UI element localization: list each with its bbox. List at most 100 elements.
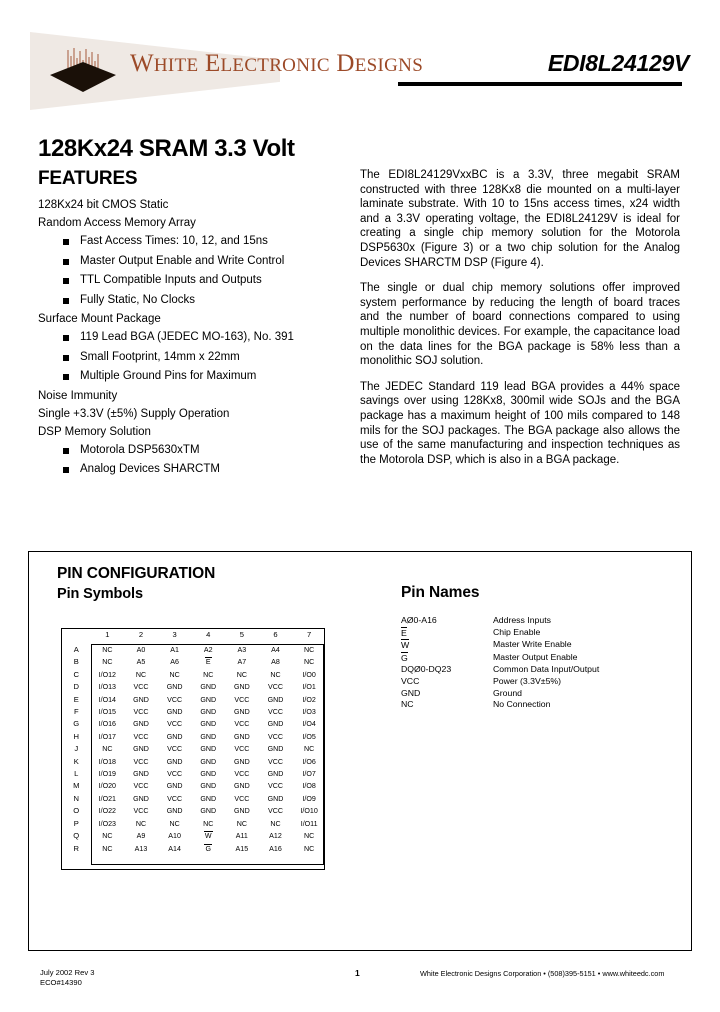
footer-date-rev: July 2002 Rev 3: [40, 968, 95, 977]
pin-grid-cell: GND: [233, 782, 250, 791]
features-surface-mount-line: Surface Mount Package: [38, 313, 161, 325]
pin-grid-cell: GND: [200, 782, 217, 791]
features-supply-line: Single +3.3V (±5%) Supply Operation: [38, 407, 230, 420]
list-item-label: 119 Lead BGA (JEDEC MO-163), No. 391: [80, 331, 294, 343]
table-row: O I/O22 VCC GND GND GND VCC I/O10: [62, 805, 326, 817]
pin-name-description: Master Output Enable: [493, 651, 578, 662]
pin-grid-cell: I/O1: [302, 683, 316, 692]
pin-grid-column-header: 6: [273, 630, 278, 640]
company-name-lectronic: LECTRONIC: [220, 55, 330, 76]
pin-name-description: Ground: [493, 687, 522, 698]
pin-name-description: Common Data Input/Output: [493, 664, 600, 675]
pin-name-description: Power (3.3V±5%): [493, 675, 562, 686]
pin-name-symbol: E: [401, 626, 493, 640]
pin-grid-cell: I/O19: [98, 770, 117, 779]
list-item: Analog Devices SHARCTM: [38, 460, 348, 480]
pin-grid-cell: VCC: [133, 757, 149, 766]
pin-grid-cell: A0: [136, 646, 146, 654]
table-row: P I/O23 NC NC NC NC NC I/O11: [62, 818, 326, 830]
pin-grid-cell: GND: [200, 708, 217, 717]
list-item-label: Fully Static, No Clocks: [80, 293, 196, 306]
pin-grid-row-label: N: [73, 793, 79, 803]
pin-grid-cell: A4: [271, 646, 280, 654]
pin-grid-cell: GND: [267, 794, 284, 803]
pin-grid-cell: I/O6: [302, 757, 316, 766]
pin-grid-cell: I/O2: [302, 695, 316, 704]
table-row: H I/O17 VCC GND GND GND VCC I/O5: [62, 731, 326, 743]
pin-grid-cell: GND: [233, 683, 250, 692]
pin-grid-cell: GND: [200, 732, 217, 741]
part-number: EDI8L24129V: [547, 50, 689, 76]
pin-grid-row-label: O: [73, 806, 80, 816]
pin-grid-cell: A14: [168, 844, 181, 853]
pin-grid-cell: I/O3: [302, 708, 316, 717]
pin-grid-cell: GND: [166, 807, 183, 816]
bullet-square-icon: [63, 258, 69, 265]
pin-names-title: Pin Names: [401, 584, 480, 601]
pin-grid-cell: GND: [200, 757, 217, 766]
table-row: A NC A0 A1 A2 A3 A4 NC: [62, 644, 326, 656]
features-dsp-line: DSP Memory Solution: [38, 425, 151, 438]
pin-name-row: DQØ0-DQ23 Common Data Input/Output: [401, 664, 671, 676]
list-item: Fully Static, No Clocks: [38, 291, 348, 311]
pin-grid-cell: A8: [271, 658, 280, 667]
features-intro-line-1: 128Kx24 bit CMOS Static: [38, 199, 169, 211]
pin-grid-cell: I/O9: [302, 794, 316, 803]
pin-grid-column-header: 1: [105, 630, 110, 640]
pin-grid-cell: E: [191, 656, 225, 668]
bullet-square-icon: [63, 335, 69, 341]
list-item-label: TTL Compatible Inputs and Outputs: [80, 274, 262, 286]
pin-grid-cell: NC: [304, 745, 315, 754]
pin-grid-cell: NC: [102, 832, 113, 841]
pin-grid-cell: GND: [267, 770, 284, 779]
table-row: G I/O16 GND VCC GND VCC GND I/O4: [62, 718, 326, 730]
pin-grid-cell: I/O10: [300, 807, 318, 816]
list-item-label: Small Footprint, 14mm x 22mm: [80, 350, 240, 363]
bullet-square-icon: [63, 278, 69, 284]
pin-grid-cell: A11: [235, 832, 248, 841]
table-row: E I/O14 GND VCC GND VCC GND I/O2: [62, 694, 326, 706]
pin-grid-cell: VCC: [267, 782, 283, 791]
company-name: WHITE ELECTRONIC DESIGNS: [130, 50, 423, 78]
pin-name-symbol: W: [401, 639, 493, 652]
company-name-d: D: [336, 50, 355, 77]
pin-grid-header-row: 1 2 3 4 5 6 7: [62, 629, 326, 644]
footer-company-contact: White Electronic Designs Corporation • (…: [420, 969, 665, 978]
pin-grid-cell: A16: [269, 844, 282, 853]
pin-grid-cell: A1: [170, 646, 179, 654]
pin-configuration-title: PIN CONFIGURATION: [57, 565, 216, 582]
pin-grid-cell: I/O11: [300, 819, 318, 828]
description-paragraph-1: The EDI8L24129VxxBC is a 3.3V, three meg…: [360, 169, 680, 269]
pin-grid-cell: NC: [102, 646, 113, 654]
pin-grid-cell: NC: [135, 819, 147, 828]
pin-grid-cell: I/O13: [98, 683, 117, 692]
list-item: 119 Lead BGA (JEDEC MO-163), No. 391: [38, 328, 348, 348]
page-title: 128Kx24 SRAM 3.3 Volt: [38, 135, 295, 162]
list-item: TTL Compatible Inputs and Outputs: [38, 271, 348, 291]
pin-grid-cell: VCC: [234, 695, 250, 704]
bullet-square-icon: [63, 297, 69, 304]
pin-grid-cell: I/O7: [302, 770, 316, 779]
description-paragraph-2: The single or dual chip memory solutions…: [360, 282, 680, 368]
page-header: WHITE ELECTRONIC DESIGNS EDI8L24129V: [0, 0, 720, 120]
pin-grid-cell: I/O8: [302, 782, 316, 791]
pin-grid-row-label: B: [73, 657, 79, 667]
pin-grid-cell: G: [191, 843, 225, 855]
table-row: F I/O15 VCC GND GND GND VCC I/O3: [62, 706, 326, 718]
pin-grid-column-header: 5: [239, 630, 244, 640]
pin-grid-cell: NC: [169, 670, 180, 679]
pin-grid-cell: GND: [200, 720, 217, 729]
list-item-label: Analog Devices SHARCTM: [80, 463, 220, 475]
table-row: D I/O13 VCC GND GND GND VCC I/O1: [62, 681, 326, 693]
table-row: L I/O19 GND VCC GND VCC GND I/O7: [62, 768, 326, 780]
list-item: Motorola DSP5630xTM: [38, 441, 348, 461]
pin-grid-cell: GND: [166, 683, 183, 692]
overline-signal: E: [204, 657, 212, 667]
pin-grid-cell: VCC: [167, 770, 183, 779]
pin-grid-cell: NC: [304, 844, 315, 853]
table-row: C I/O12 NC NC NC NC NC I/O0: [62, 669, 326, 681]
pin-grid-row-label: C: [73, 669, 79, 679]
pin-name-symbol: GND: [401, 687, 421, 698]
pin-grid-cell: VCC: [167, 720, 183, 729]
pin-grid-corner: [62, 629, 91, 644]
